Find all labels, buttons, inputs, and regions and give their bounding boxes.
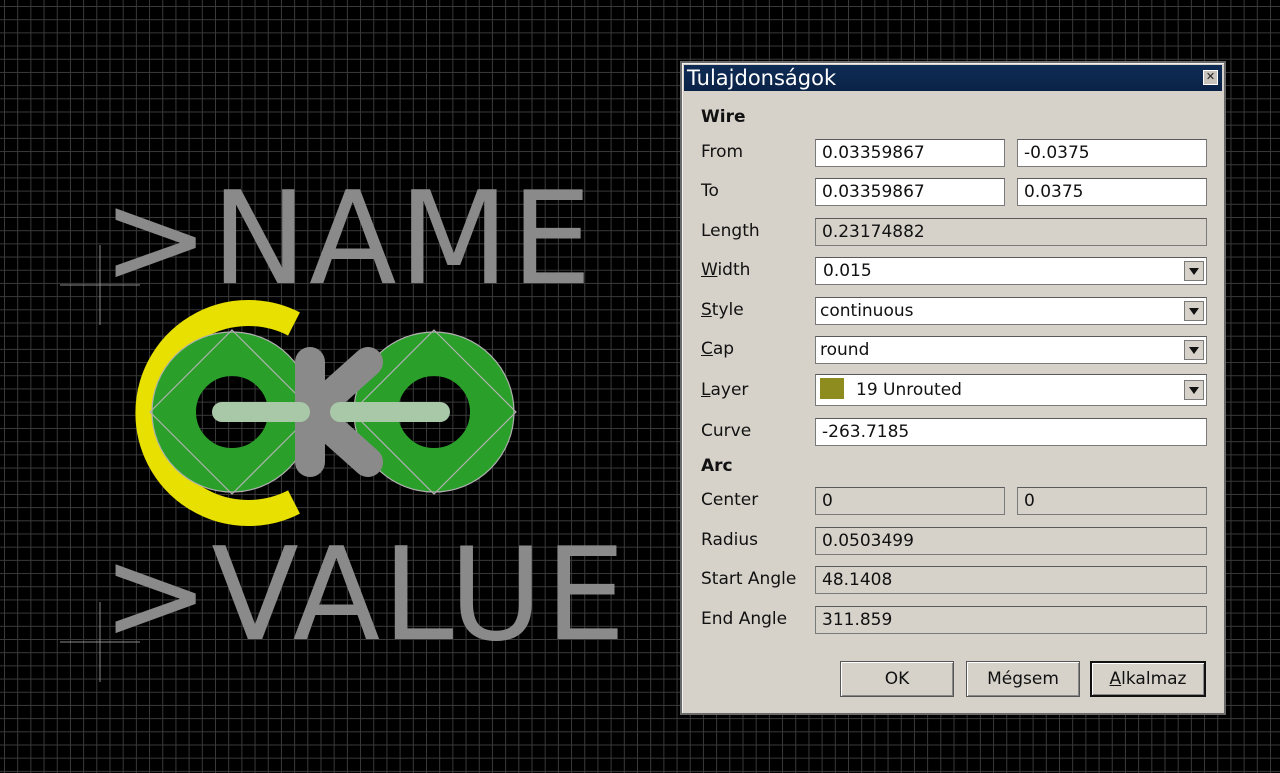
cap-label: Cap — [701, 339, 735, 359]
start-angle-label: Start Angle — [701, 569, 797, 589]
center-x-field: 0 — [815, 487, 1005, 515]
end-angle-label: End Angle — [701, 609, 788, 629]
to-y-field[interactable]: 0.0375 — [1017, 178, 1207, 206]
width-label: Width — [701, 260, 751, 280]
style-label: Style — [701, 300, 744, 320]
cap-value: round — [820, 340, 870, 360]
layer-color-swatch — [820, 378, 844, 399]
width-combo[interactable]: 0.015 — [815, 257, 1207, 285]
apply-button[interactable]: Alkalmaz — [1090, 661, 1206, 697]
layer-label: Layer — [701, 380, 749, 400]
from-x-field[interactable]: 0.03359867 — [815, 139, 1005, 167]
name-placeholder[interactable]: >NAME — [102, 176, 594, 304]
center-label: Center — [701, 490, 759, 510]
wire-section-heading: Wire — [701, 107, 746, 127]
arc-section-heading: Arc — [701, 456, 733, 476]
radius-field: 0.0503499 — [815, 527, 1207, 555]
to-label: To — [701, 181, 719, 201]
radius-label: Radius — [701, 530, 759, 550]
curve-field[interactable]: -263.7185 — [815, 418, 1207, 446]
center-y-field: 0 — [1017, 487, 1207, 515]
chevron-down-icon[interactable] — [1184, 380, 1204, 400]
layer-value: 19 Unrouted — [856, 380, 962, 400]
dialog-titlebar[interactable]: Tulajdonságok ✕ — [684, 65, 1222, 91]
layer-combo[interactable]: 19 Unrouted — [815, 374, 1207, 406]
to-x-field[interactable]: 0.03359867 — [815, 178, 1005, 206]
style-value: continuous — [820, 301, 914, 321]
end-angle-field: 311.859 — [815, 606, 1207, 634]
dialog-title: Tulajdonságok — [687, 66, 837, 90]
chevron-down-icon[interactable] — [1184, 261, 1204, 281]
chevron-down-icon[interactable] — [1184, 301, 1204, 321]
chevron-down-icon[interactable] — [1184, 340, 1204, 360]
properties-dialog: Tulajdonságok ✕ Wire From 0.03359867 -0.… — [680, 61, 1226, 715]
cancel-button[interactable]: Mégsem — [966, 661, 1080, 697]
ok-button[interactable]: OK — [840, 661, 954, 697]
style-combo[interactable]: continuous — [815, 297, 1207, 325]
length-label: Length — [701, 221, 760, 241]
start-angle-field: 48.1408 — [815, 566, 1207, 594]
length-field: 0.23174882 — [815, 218, 1207, 246]
cap-combo[interactable]: round — [815, 336, 1207, 364]
from-y-field[interactable]: -0.0375 — [1017, 139, 1207, 167]
width-value: 0.015 — [823, 261, 872, 281]
close-icon[interactable]: ✕ — [1203, 70, 1218, 85]
from-label: From — [701, 142, 744, 162]
value-placeholder[interactable]: >VALUE — [102, 532, 628, 660]
curve-label: Curve — [701, 421, 752, 441]
